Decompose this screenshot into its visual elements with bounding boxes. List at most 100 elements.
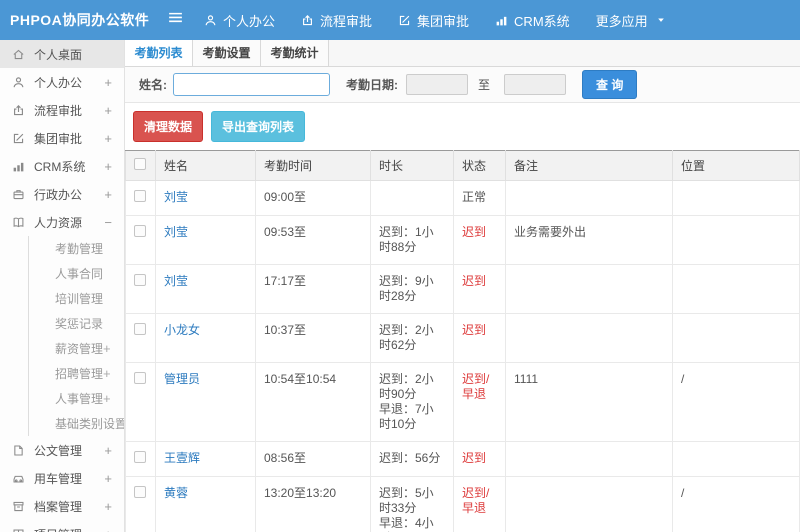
note-text: 1111 — [505, 362, 673, 442]
nav-group-approval[interactable]: 集团审批 — [398, 11, 469, 30]
note-text: 业务需要外出 — [505, 215, 673, 265]
export-list-button[interactable]: 导出查询列表 — [211, 111, 306, 142]
tab-attendance-settings[interactable]: 考勤设置 — [193, 40, 261, 66]
duration-text: 迟到：2小时90分 早退：7小时10分 — [370, 362, 454, 442]
expand-icon[interactable]: + — [104, 527, 118, 532]
table-row: 小龙女 10:37至 迟到：2小时62分 迟到 — [125, 313, 800, 363]
note-text — [505, 313, 673, 363]
hamburger-icon — [167, 9, 184, 31]
sidebar-sub-personnel-mgmt[interactable]: 人事管理 + — [29, 386, 124, 411]
date-to-input[interactable] — [504, 74, 567, 95]
sidebar-item-document-mgmt[interactable]: 公文管理 + — [0, 436, 124, 464]
note-text — [505, 476, 673, 532]
date-range-to-label: 至 — [478, 78, 491, 92]
employee-name-link[interactable]: 王壹辉 — [155, 441, 256, 477]
row-checkbox[interactable] — [134, 323, 146, 335]
row-checkbox[interactable] — [134, 486, 146, 498]
sidebar-sub-attendance-mgmt[interactable]: 考勤管理 — [29, 236, 124, 261]
sidebar-sub-recruitment-mgmt[interactable]: 招聘管理 + — [29, 361, 124, 386]
sidebar-item-label: 流程审批 — [34, 103, 83, 118]
row-checkbox[interactable] — [134, 225, 146, 237]
collapse-icon[interactable]: − — [104, 215, 118, 230]
top-nav: 个人办公 流程审批 集团审批 CRM系统 更多应用 — [204, 11, 666, 30]
tab-attendance-list[interactable]: 考勤列表 — [125, 40, 193, 66]
sidebar-sub-salary-mgmt[interactable]: 薪资管理 + — [29, 336, 124, 361]
sidebar-item-label: 个人办公 — [34, 75, 83, 90]
date-from-input[interactable] — [406, 74, 468, 95]
tab-attendance-stats[interactable]: 考勤统计 — [261, 40, 329, 66]
expand-icon[interactable]: + — [103, 366, 124, 381]
home-icon — [12, 48, 27, 61]
nav-personal-office[interactable]: 个人办公 — [204, 11, 275, 30]
sidebar-subitem-label: 人事管理 — [55, 392, 104, 406]
sidebar-item-label: 档案管理 — [34, 499, 83, 514]
sidebar-subitem-label: 奖惩记录 — [55, 317, 104, 331]
sidebar-subitem-label: 人事合同 — [55, 267, 104, 281]
expand-icon[interactable]: + — [104, 499, 118, 514]
table-row: 刘莹 09:53至 迟到：1小时88分 迟到 业务需要外出 — [125, 215, 800, 265]
note-text — [505, 180, 673, 216]
sidebar-sub-reward-punishment[interactable]: 奖惩记录 — [29, 311, 124, 336]
employee-name-link[interactable]: 小龙女 — [155, 313, 256, 363]
nav-label: 更多应用 — [595, 13, 648, 29]
row-checkbox[interactable] — [134, 190, 146, 202]
expand-icon[interactable]: + — [103, 391, 124, 406]
nav-label: 流程审批 — [320, 13, 373, 29]
nav-more-apps[interactable]: 更多应用 — [596, 11, 666, 30]
sidebar-item-workflow-approval[interactable]: 流程审批 + — [0, 96, 124, 124]
sidebar-item-desktop[interactable]: 个人桌面 — [0, 40, 124, 68]
row-checkbox[interactable] — [134, 451, 146, 463]
sidebar-item-label: 人力资源 — [34, 215, 83, 230]
edit-icon — [398, 14, 411, 27]
sidebar-item-crm-system[interactable]: CRM系统 + — [0, 152, 124, 180]
table-row: 刘莹 09:00至 正常 — [125, 180, 800, 216]
expand-icon[interactable]: + — [104, 131, 118, 146]
employee-name-link[interactable]: 管理员 — [155, 362, 256, 442]
sidebar-item-label: CRM系统 — [34, 159, 86, 174]
sidebar-item-group-approval[interactable]: 集团审批 + — [0, 124, 124, 152]
expand-icon[interactable]: + — [104, 443, 118, 458]
sidebar-sub-training-mgmt[interactable]: 培训管理 — [29, 286, 124, 311]
sidebar-subitem-label: 薪资管理 — [55, 342, 104, 356]
briefcase-icon — [12, 188, 27, 201]
expand-icon[interactable]: + — [104, 159, 118, 174]
status-text: 迟到 — [453, 313, 506, 363]
query-button[interactable]: 查 询 — [582, 70, 638, 99]
archive-icon — [12, 500, 27, 513]
location-text: / — [672, 476, 800, 532]
sidebar-sub-basic-category-settings[interactable]: 基础类别设置+ — [29, 411, 124, 436]
edit-icon — [12, 132, 27, 145]
sidebar-item-project-mgmt[interactable]: 项目管理 + — [0, 520, 124, 532]
clear-data-button[interactable]: 清理数据 — [133, 111, 204, 142]
expand-icon[interactable]: + — [104, 187, 118, 202]
row-checkbox[interactable] — [134, 274, 146, 286]
expand-icon[interactable]: + — [104, 75, 118, 90]
location-text — [672, 215, 800, 265]
select-all-checkbox[interactable] — [134, 158, 146, 170]
employee-name-link[interactable]: 黄蓉 — [155, 476, 256, 532]
row-checkbox[interactable] — [134, 372, 146, 384]
sidebar-sub-personnel-contract[interactable]: 人事合同 — [29, 261, 124, 286]
hamburger-menu-icon[interactable] — [160, 9, 190, 31]
sidebar-subitem-label: 考勤管理 — [55, 242, 104, 256]
employee-name-link[interactable]: 刘莹 — [155, 215, 256, 265]
location-text — [672, 313, 800, 363]
employee-name-link[interactable]: 刘莹 — [155, 180, 256, 216]
expand-icon[interactable]: + — [103, 341, 124, 356]
nav-workflow-approval[interactable]: 流程审批 — [301, 11, 372, 30]
sidebar-item-archive-mgmt[interactable]: 档案管理 + — [0, 492, 124, 520]
expand-icon[interactable]: + — [104, 471, 118, 486]
sidebar-item-label: 集团审批 — [34, 131, 83, 146]
sidebar-item-hr[interactable]: 人力资源 − — [0, 208, 124, 236]
status-text: 迟到/早退 — [453, 476, 506, 532]
tab-bar: 考勤列表 考勤设置 考勤统计 — [125, 40, 800, 67]
nav-crm-system[interactable]: CRM系统 — [495, 11, 570, 30]
expand-icon[interactable]: + — [104, 103, 118, 118]
name-input[interactable] — [173, 73, 330, 96]
sidebar-item-personal-office[interactable]: 个人办公 + — [0, 68, 124, 96]
sidebar-item-admin-office[interactable]: 行政办公 + — [0, 180, 124, 208]
employee-name-link[interactable]: 刘莹 — [155, 264, 256, 314]
duration-text: 迟到：1小时88分 — [370, 215, 454, 265]
sidebar-item-vehicle-mgmt[interactable]: 用车管理 + — [0, 464, 124, 492]
duration-text — [370, 180, 454, 216]
